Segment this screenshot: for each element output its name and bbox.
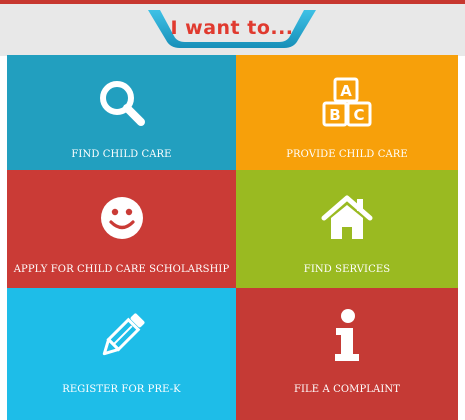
- block-letter-a: A: [340, 82, 352, 100]
- home-icon: [236, 188, 458, 248]
- smiley-icon: [7, 188, 236, 248]
- page-frame: I want to... FIND CHILD CARE A B C PROVI…: [0, 0, 465, 420]
- tile-register-pre-k[interactable]: REGISTER FOR PRE-K: [7, 288, 236, 420]
- tile-find-child-care[interactable]: FIND CHILD CARE: [7, 55, 236, 170]
- abc-blocks-icon: A B C: [236, 73, 458, 133]
- tile-file-complaint[interactable]: FILE A COMPLAINT: [236, 288, 458, 420]
- block-letter-b: B: [329, 106, 340, 124]
- block-letter-c: C: [353, 106, 364, 124]
- header-title: I want to...: [170, 17, 294, 39]
- tile-provide-child-care[interactable]: A B C PROVIDE CHILD CARE: [236, 55, 458, 170]
- tile-label: FIND SERVICES: [303, 264, 391, 275]
- info-icon: [236, 306, 458, 366]
- pencil-icon: [7, 306, 236, 366]
- tile-label: PROVIDE CHILD CARE: [286, 149, 408, 160]
- tile-apply-scholarship[interactable]: APPLY FOR CHILD CARE SCHOLARSHIP: [7, 170, 236, 288]
- tile-label: APPLY FOR CHILD CARE SCHOLARSHIP: [13, 264, 230, 275]
- tile-find-services[interactable]: FIND SERVICES: [236, 170, 458, 288]
- tile-label: FIND CHILD CARE: [71, 149, 172, 160]
- header-bar: I want to...: [0, 4, 465, 56]
- tile-label: REGISTER FOR PRE-K: [62, 384, 181, 395]
- header-tab: I want to...: [148, 10, 316, 52]
- search-icon: [7, 73, 236, 133]
- options-grid: FIND CHILD CARE A B C PROVIDE CHILD CARE: [7, 55, 458, 420]
- tile-label: FILE A COMPLAINT: [293, 384, 401, 395]
